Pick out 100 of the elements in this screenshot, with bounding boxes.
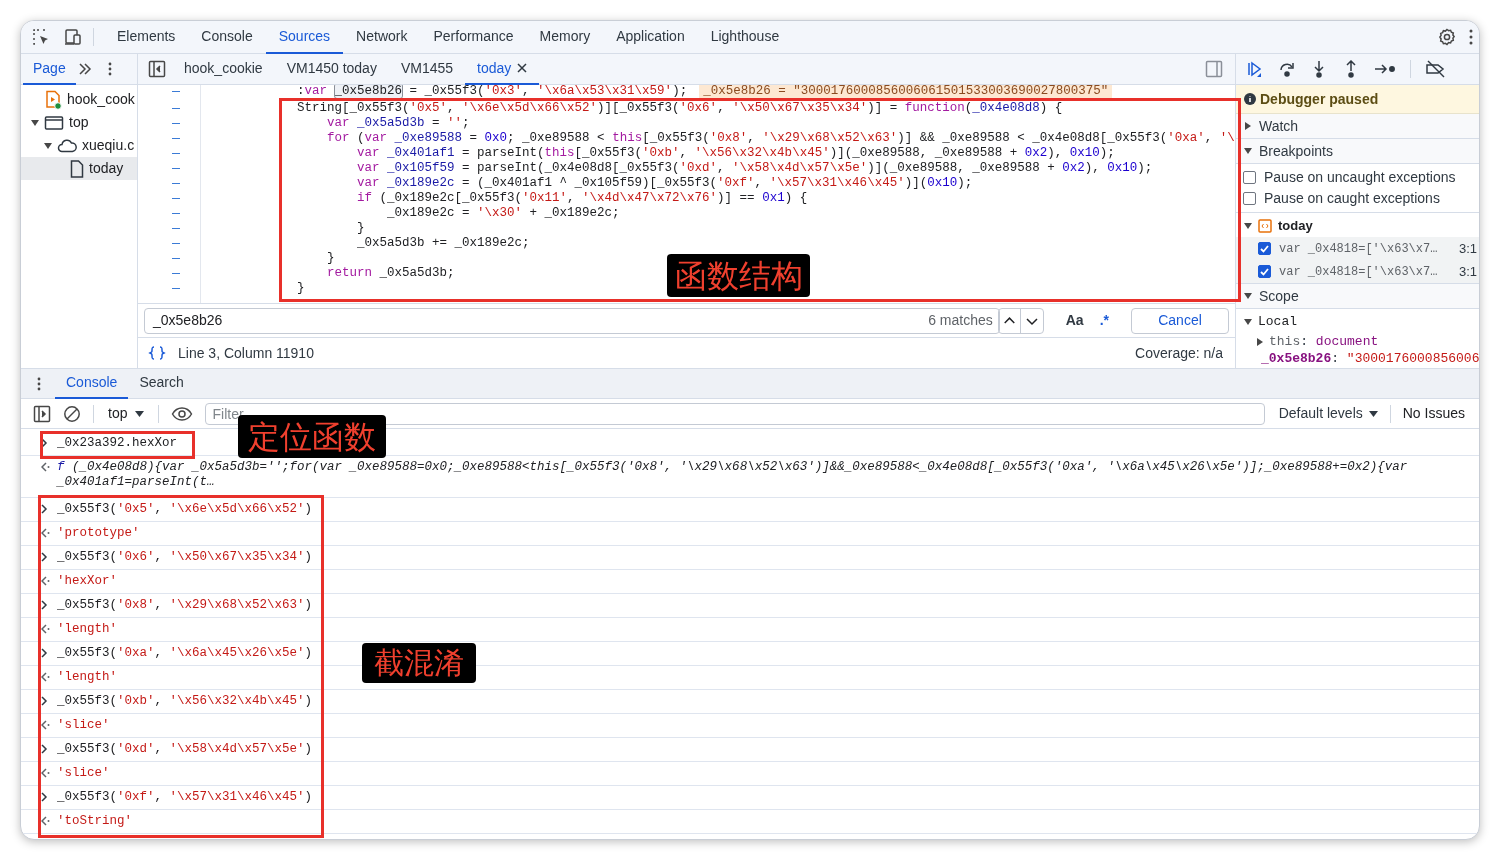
expanded-triangle-icon[interactable] — [1244, 292, 1252, 300]
expanded-triangle-icon[interactable] — [1244, 318, 1252, 326]
toggle-debugger-icon[interactable] — [1205, 60, 1223, 78]
toggle-navigator-icon[interactable] — [148, 60, 166, 78]
input-prompt-icon — [41, 600, 48, 610]
cursor-position: Line 3, Column 11910 — [178, 343, 314, 363]
result-arrow-icon — [41, 816, 50, 826]
panel-tab[interactable]: Memory — [526, 21, 604, 54]
panel-tab[interactable]: Network — [343, 21, 421, 54]
editor-tab[interactable]: VM1450 today — [274, 53, 389, 85]
tree-item[interactable]: top — [21, 111, 137, 134]
input-prompt-icon — [41, 744, 48, 754]
more-options-icon[interactable] — [1469, 29, 1473, 45]
checkbox[interactable] — [1243, 171, 1256, 184]
tree-item[interactable]: hook_cook — [21, 88, 137, 111]
paused-banner-text: Debugger paused — [1260, 89, 1379, 109]
tree-item[interactable]: xueqiu.c — [21, 134, 137, 157]
script-icon — [1258, 219, 1272, 233]
breakpoint-file: today — [1278, 217, 1313, 236]
section-header[interactable]: Scope — [1236, 284, 1479, 309]
section-header[interactable]: Watch — [1236, 114, 1479, 139]
device-toolbar-icon[interactable] — [63, 27, 83, 47]
scope-variable: _0x5e8b26: "3000176000856006 — [1261, 349, 1479, 368]
dropdown-caret-icon — [135, 410, 145, 417]
breakpoint-location: 3:1 — [1458, 262, 1477, 281]
code-line: } — [356, 221, 365, 236]
code-line: _0x189e2c = '\x30' + _0x189e2c; — [386, 206, 620, 221]
result-arrow-icon — [41, 672, 50, 682]
expanded-triangle-icon[interactable] — [44, 141, 52, 150]
inline-value: _0x5e8b26 = "3000176000856006061501533003690027800375" — [699, 85, 1113, 98]
gutter-marker — [172, 287, 180, 290]
gutter-marker — [172, 137, 180, 140]
context-select[interactable]: top — [106, 403, 147, 424]
editor-tab[interactable]: hook_cookie — [172, 53, 275, 85]
annotation-label: 定位函数 — [238, 415, 386, 458]
log-levels-dropdown[interactable]: Default levels — [1278, 403, 1378, 424]
regex-toggle[interactable]: .* — [1099, 310, 1109, 331]
gutter-marker — [172, 167, 180, 170]
code-line: String[_0x55f3('0x5', '\x6e\x5d\x66\x52')][_0x55f3('0x6', '\x50\x67\x35\x34')] = function(_0x4e08d8) { — [297, 101, 1063, 116]
checkbox[interactable] — [1258, 242, 1271, 255]
resume-icon[interactable] — [1246, 60, 1264, 78]
console-result: 'length' — [57, 669, 117, 685]
console-result: 'slice' — [57, 765, 110, 781]
eye-icon[interactable] — [171, 405, 194, 422]
gutter-marker — [172, 242, 180, 245]
drawer-tab[interactable]: Search — [128, 368, 195, 399]
input-prompt-icon — [41, 696, 48, 706]
panel-tab[interactable]: Elements — [104, 21, 189, 54]
info-icon — [1244, 93, 1256, 105]
collapsed-triangle-icon[interactable] — [1244, 122, 1252, 130]
code-line: } — [297, 281, 305, 296]
match-case-toggle[interactable]: Aa — [1065, 310, 1084, 331]
code-line: var _0x401af1 = parseInt(this[_0x55f3('0xb', '\x56\x32\x4b\x45')](_0xe89588, _0xe89588 + 0x2), 0x10); — [356, 146, 1115, 161]
gutter-marker — [172, 212, 180, 215]
search-field[interactable]: _0x5e8b26 6 matches — [144, 307, 1000, 334]
code-line: return _0x5a5d3b; — [326, 266, 455, 281]
result-arrow-icon — [41, 462, 50, 472]
collapsed-triangle-icon[interactable] — [1256, 337, 1264, 346]
frame-icon — [44, 114, 64, 131]
console-command: _0x55f3('0xf', '\x57\x31\x46\x45') — [57, 789, 313, 805]
result-arrow-icon — [41, 576, 50, 586]
tree-item[interactable]: today — [21, 157, 137, 180]
drawer-menu-icon[interactable] — [37, 376, 41, 391]
cancel-button[interactable]: Cancel — [1131, 307, 1229, 334]
expanded-triangle-icon[interactable] — [31, 118, 39, 127]
panel-tab[interactable]: Application — [603, 21, 698, 54]
more-tabs-icon[interactable] — [77, 63, 92, 75]
expanded-triangle-icon[interactable] — [1244, 147, 1252, 155]
section-header[interactable]: Breakpoints — [1236, 139, 1479, 164]
panel-tab[interactable]: Lighthouse — [697, 21, 793, 54]
gutter-marker — [172, 197, 180, 200]
console-result: 'length' — [57, 621, 117, 637]
drawer-tab[interactable]: Console — [55, 368, 129, 399]
issues-button[interactable]: No Issues — [1402, 403, 1465, 424]
step-over-icon[interactable] — [1278, 60, 1296, 78]
input-prompt-icon — [41, 552, 48, 562]
close-icon[interactable] — [517, 63, 528, 73]
pretty-print-icon[interactable] — [148, 345, 166, 361]
scope-group[interactable]: Local — [1258, 312, 1297, 332]
checkbox[interactable] — [1258, 265, 1271, 278]
panel-tab[interactable]: Performance — [420, 21, 527, 54]
scope-variable: this: document — [1269, 332, 1379, 351]
editor-tab[interactable]: today — [465, 53, 540, 85]
more-options-icon[interactable] — [107, 62, 112, 76]
console-command: _0x23a392.hexXor — [57, 435, 178, 451]
deactivate-breakpoints-icon[interactable] — [1425, 60, 1447, 78]
clear-console-icon[interactable] — [63, 404, 81, 423]
panel-tab[interactable]: Console — [188, 21, 266, 54]
settings-icon[interactable] — [1437, 27, 1457, 47]
gutter-marker — [172, 272, 180, 275]
console-result: 'toString' — [57, 813, 132, 829]
checkbox[interactable] — [1243, 192, 1256, 205]
console-command: _0x55f3('0xd', '\x58\x4d\x57\x5e') — [57, 741, 313, 757]
editor-tab[interactable]: VM1455 — [388, 53, 466, 85]
breakpoint-code: var _0x4818=['\x63\x7… — [1279, 240, 1439, 258]
expanded-triangle-icon[interactable] — [1244, 222, 1252, 230]
code-line: :var _0x5e8b26 = _0x55f3('0x3', '\x6a\x53\x31\x59'); — [297, 85, 688, 98]
sidebar-toggle-icon[interactable] — [33, 404, 51, 423]
result-arrow-icon — [41, 528, 50, 538]
console-command: _0x55f3('0x6', '\x50\x67\x35\x34') — [57, 549, 313, 565]
